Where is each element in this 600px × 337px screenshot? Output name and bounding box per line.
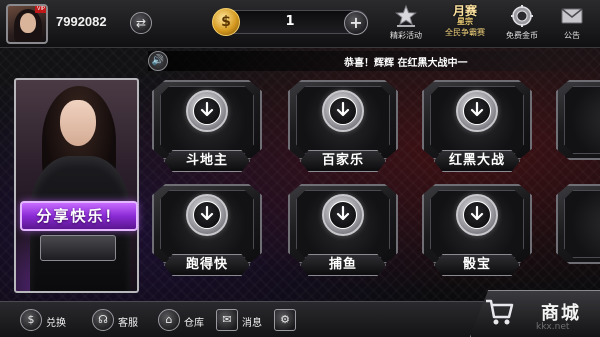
download-arrow-icon — [336, 102, 350, 117]
top-item-label: 全民争霸赛 — [445, 28, 485, 37]
settings-icon: ⚙ — [274, 309, 296, 331]
star-crown-icon — [395, 4, 417, 27]
shopping-cart-icon — [486, 299, 514, 325]
game-name: 跑得快 — [164, 254, 250, 276]
download-arrow-icon — [200, 206, 214, 221]
bottom-item-exchange[interactable]: $ 兑换 — [20, 309, 80, 333]
promo-figure-face — [60, 100, 96, 146]
bottom-item-messages[interactable]: ✉ 消息 — [216, 309, 276, 333]
share-button[interactable]: 分享快乐！ — [20, 201, 138, 231]
bottom-item-settings[interactable]: ⚙ — [274, 309, 304, 333]
game-tile-sicbo[interactable]: 骰宝 — [418, 184, 536, 284]
announcement-bar: 🔊 恭喜！辉辉 在红黑大战中一 — [148, 51, 600, 71]
game-tile-fishing[interactable]: 捕鱼 — [284, 184, 402, 284]
game-name: 斗地主 — [164, 150, 250, 172]
game-tile-red-black-battle[interactable]: 红黑大战 — [418, 80, 536, 180]
mail-icon — [561, 8, 583, 24]
monthly-contest-icon: 月赛 星宗 — [452, 4, 477, 26]
game-name: 红黑大战 — [434, 150, 520, 172]
game-tile-paodekuai[interactable]: 跑得快 — [148, 184, 266, 284]
message-icon: ✉ — [216, 309, 238, 331]
game-name: 骰宝 — [434, 254, 520, 276]
headset-icon: ☊ — [92, 309, 114, 331]
avatar[interactable]: VIP — [6, 4, 48, 44]
watermark: kkx.net — [536, 322, 570, 332]
top-item-activities[interactable]: 精彩活动 — [382, 2, 430, 46]
announcement-message: 恭喜！辉辉 在红黑大战中一 — [344, 58, 468, 69]
add-coins-button[interactable]: + — [344, 11, 368, 35]
bottom-item-label: 仓库 — [184, 318, 204, 329]
game-tile-baijiale[interactable]: 百家乐 — [284, 80, 402, 180]
download-arrow-icon — [470, 206, 484, 221]
top-bar: VIP 7992082 ⇄ $ 1 + 精彩活动 月赛 星宗 全民争霸赛 免费金… — [0, 0, 600, 48]
gear-coin-icon — [511, 5, 533, 27]
money-bag-icon: $ — [20, 309, 42, 331]
shop-button[interactable]: 商城 — [470, 290, 600, 337]
bottom-item-label: 兑换 — [46, 318, 66, 329]
swap-account-button[interactable]: ⇄ — [130, 12, 152, 34]
download-arrow-icon — [200, 102, 214, 117]
bottom-item-support[interactable]: ☊ 客服 — [92, 309, 152, 333]
game-tile-partial[interactable] — [552, 184, 600, 284]
bottom-item-label: 客服 — [118, 318, 138, 329]
speaker-icon: 🔊 — [148, 51, 168, 71]
vip-badge: VIP — [35, 6, 46, 13]
bottom-item-warehouse[interactable]: ⌂ 仓库 — [158, 309, 218, 333]
share-plate — [40, 235, 116, 261]
game-name: 百家乐 — [300, 150, 386, 172]
download-arrow-icon — [470, 102, 484, 117]
top-item-label: 公告 — [564, 31, 580, 40]
game-tile-partial[interactable] — [552, 80, 600, 180]
coin-amount: 1 — [285, 14, 295, 29]
warehouse-icon: ⌂ — [158, 309, 180, 331]
tile-frame-inner — [564, 86, 600, 154]
top-item-label: 免费金币 — [506, 31, 538, 40]
game-tile-doudizhu[interactable]: 斗地主 — [148, 80, 266, 180]
avatar-face — [20, 13, 36, 33]
top-item-monthly-contest[interactable]: 月赛 星宗 全民争霸赛 — [440, 2, 490, 46]
game-name: 捕鱼 — [300, 254, 386, 276]
user-id: 7992082 — [56, 14, 107, 29]
coin-icon: $ — [212, 8, 240, 36]
bottom-item-label: 消息 — [242, 318, 262, 329]
top-item-notice[interactable]: 公告 — [548, 2, 596, 46]
top-item-label: 精彩活动 — [390, 31, 422, 40]
download-arrow-icon — [336, 206, 350, 221]
top-item-free-coins[interactable]: 免费金币 — [498, 2, 546, 46]
tile-frame-inner — [564, 190, 600, 258]
